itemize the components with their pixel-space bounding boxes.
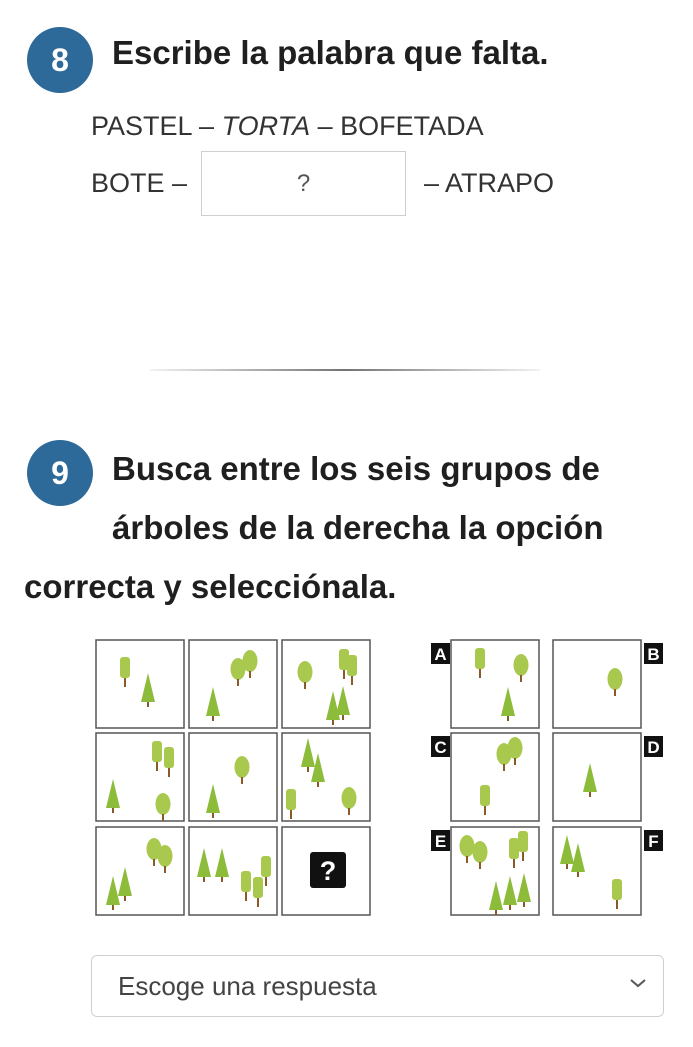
question-word-1: BOTE –	[91, 168, 188, 198]
svg-text:D: D	[647, 738, 659, 757]
question-number-badge: 8	[27, 27, 93, 93]
chevron-down-icon	[630, 979, 646, 988]
section-divider	[150, 369, 540, 371]
option-label-b: B	[644, 643, 663, 664]
option-label-c: C	[431, 736, 450, 757]
svg-text:B: B	[647, 645, 659, 664]
tree-puzzle-figure: ? A B C D E F	[95, 639, 663, 916]
option-label-f: F	[644, 830, 663, 851]
answer-input-box[interactable]: ?	[201, 151, 406, 216]
svg-text:C: C	[434, 738, 446, 757]
example-word-1: PASTEL –	[91, 111, 215, 141]
answer-placeholder: ?	[296, 169, 311, 197]
option-label-a: A	[431, 643, 450, 664]
question-title-line-1: Busca entre los seis grupos de	[112, 450, 600, 487]
question-title-line-2: árboles de la derecha la opción	[112, 509, 604, 546]
question-word-2: – ATRAPO	[424, 168, 555, 198]
answer-select[interactable]: Escoge una respuesta	[91, 955, 664, 1017]
svg-text:A: A	[434, 645, 446, 664]
example-line: PASTEL – TORTA – BOFETADA	[91, 111, 484, 142]
svg-text:F: F	[648, 832, 658, 851]
missing-question-mark: ?	[320, 856, 337, 886]
question-number-badge: 9	[27, 440, 93, 506]
example-word-2: – BOFETADA	[317, 111, 484, 141]
question-title-line-3: correcta y selecciónala.	[24, 568, 397, 605]
option-label-e: E	[431, 830, 450, 851]
answer-select-placeholder: Escoge una respuesta	[118, 970, 377, 1001]
question-title: Escribe la palabra que falta.	[112, 34, 549, 71]
svg-text:E: E	[435, 832, 446, 851]
example-answer: TORTA	[221, 111, 311, 141]
option-label-d: D	[644, 736, 663, 757]
